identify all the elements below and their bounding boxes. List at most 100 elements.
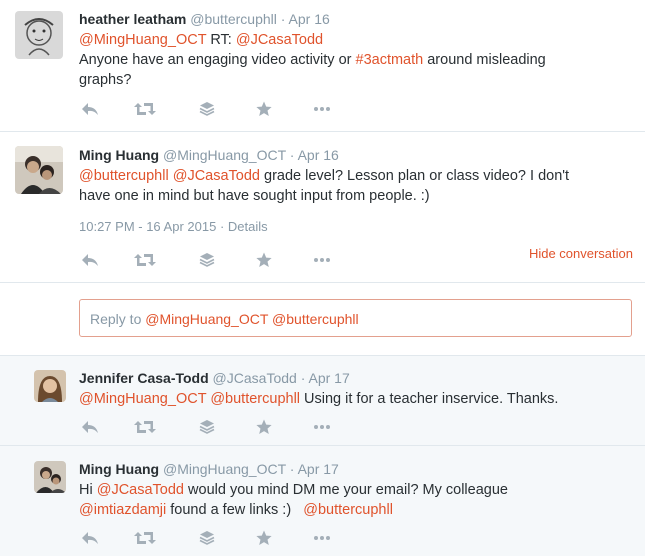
reply-button[interactable] <box>79 528 101 548</box>
stack-icon <box>199 419 215 435</box>
separator-dot: · <box>280 11 286 27</box>
mention-link[interactable]: @MingHuang_OCT <box>79 391 206 407</box>
avatar[interactable] <box>15 11 63 59</box>
text-fragment: have one in mind but have sought input f… <box>79 188 430 204</box>
screen-name[interactable]: @JCasaTodd <box>213 370 297 386</box>
separator-dot: · <box>289 461 295 477</box>
reply-input[interactable]: Reply to @MingHuang_OCT @buttercuphll <box>79 299 632 337</box>
sketch-avatar-icon <box>15 11 63 59</box>
fullname[interactable]: Jennifer Casa-Todd <box>79 370 209 386</box>
mention-link[interactable]: @JCasaTodd <box>97 482 184 498</box>
mention-link[interactable]: @imtiazdamji <box>79 502 166 518</box>
tweet[interactable]: heather leatham @buttercuphll · Apr 16 @… <box>0 0 645 131</box>
screen-name[interactable]: @MingHuang_OCT <box>163 147 286 163</box>
retweet-icon <box>134 253 156 267</box>
more-button[interactable] <box>311 417 333 437</box>
retweet-button[interactable] <box>134 250 156 270</box>
retweet-icon <box>134 531 156 545</box>
text-fragment: Anyone have an engaging video activity o… <box>79 52 356 68</box>
favorite-icon <box>256 419 272 435</box>
tweet-date[interactable]: Apr 16 <box>289 11 330 27</box>
text-fragment: around misleading <box>423 52 546 68</box>
fullname[interactable]: Ming Huang <box>79 147 159 163</box>
retweet-icon <box>134 420 156 434</box>
favorite-icon <box>256 530 272 546</box>
tweet-header: heather leatham @buttercuphll · Apr 16 <box>79 10 631 28</box>
separator-dot: · <box>300 370 306 386</box>
favorite-button[interactable] <box>253 528 275 548</box>
more-button[interactable] <box>311 99 333 119</box>
details-link[interactable]: Details <box>228 219 268 234</box>
tweet-text: @MingHuang_OCT @buttercuphll Using it fo… <box>79 389 631 409</box>
retweet-icon <box>134 102 156 116</box>
mention-link[interactable]: @JCasaTodd <box>173 168 260 184</box>
reply-mention: @buttercuphll <box>272 311 359 327</box>
text-fragment: Using it for a teacher inservice. Thanks… <box>300 391 559 407</box>
hide-conversation-link[interactable]: Hide conversation <box>529 246 633 261</box>
retweet-button[interactable] <box>134 417 156 437</box>
text-fragment: grade level? Lesson plan or class video?… <box>259 168 570 184</box>
tweet-date[interactable]: Apr 16 <box>298 147 339 163</box>
more-button[interactable] <box>311 528 333 548</box>
fullname[interactable]: heather leatham <box>79 11 186 27</box>
tweet-date[interactable]: Apr 17 <box>298 461 339 477</box>
hashtag-link[interactable]: #3actmath <box>356 52 424 68</box>
favorite-button[interactable] <box>253 417 275 437</box>
tweet-header: Jennifer Casa-Todd @JCasaTodd · Apr 17 <box>79 369 631 387</box>
photo-avatar-icon <box>34 461 66 493</box>
text-fragment: graphs? <box>79 72 132 88</box>
reply-button[interactable] <box>79 417 101 437</box>
reply-prefix: Reply to <box>90 311 146 327</box>
text-fragment: Hi <box>79 482 97 498</box>
avatar[interactable] <box>34 370 66 402</box>
tweet-header: Ming Huang @MingHuang_OCT · Apr 16 <box>79 146 631 164</box>
more-icon <box>313 535 331 541</box>
stack-button[interactable] <box>196 99 218 119</box>
reply-button[interactable] <box>79 250 101 270</box>
reply-button[interactable] <box>79 99 101 119</box>
divider <box>0 282 645 283</box>
screen-name[interactable]: @buttercuphll <box>190 11 277 27</box>
favorite-button[interactable] <box>253 250 275 270</box>
photo-avatar-icon <box>15 146 63 194</box>
reply-icon <box>81 420 99 434</box>
more-icon <box>313 257 331 263</box>
more-icon <box>313 106 331 112</box>
reply-mention: @MingHuang_OCT <box>145 311 269 327</box>
mention-link[interactable]: @buttercuphll <box>303 502 393 518</box>
more-button[interactable] <box>311 250 333 270</box>
reply-tweet[interactable]: Jennifer Casa-Todd @JCasaTodd · Apr 17 @… <box>0 356 645 445</box>
tweet-timestamp[interactable]: 10:27 PM - 16 Apr 2015 <box>79 219 216 234</box>
separator-dot: · <box>219 219 225 234</box>
reply-icon <box>81 102 99 116</box>
tweet-text: Hi @JCasaTodd would you mind DM me your … <box>79 480 631 520</box>
retweet-button[interactable] <box>134 528 156 548</box>
favorite-icon <box>256 101 272 117</box>
mention-link[interactable]: @MingHuang_OCT <box>79 32 206 48</box>
favorite-icon <box>256 252 272 268</box>
reply-tweet[interactable]: Ming Huang @MingHuang_OCT · Apr 17 Hi @J… <box>0 446 645 556</box>
retweet-button[interactable] <box>134 99 156 119</box>
tweet-expanded[interactable]: Ming Huang @MingHuang_OCT · Apr 16 @butt… <box>0 132 645 282</box>
mention-link[interactable]: @buttercuphll <box>79 168 169 184</box>
tweet-text: @MingHuang_OCT RT: @JCasaTodd Anyone hav… <box>79 30 631 90</box>
favorite-button[interactable] <box>253 99 275 119</box>
tweet-header: Ming Huang @MingHuang_OCT · Apr 17 <box>79 460 631 478</box>
tweet-date[interactable]: Apr 17 <box>309 370 350 386</box>
mention-link[interactable]: @JCasaTodd <box>236 32 323 48</box>
avatar[interactable] <box>34 461 66 493</box>
text-fragment: found a few links :) <box>166 502 304 518</box>
separator-dot: · <box>289 147 295 163</box>
mention-link[interactable]: @buttercuphll <box>210 391 300 407</box>
more-icon <box>313 424 331 430</box>
stack-icon <box>199 252 215 268</box>
screen-name[interactable]: @MingHuang_OCT <box>163 461 286 477</box>
fullname[interactable]: Ming Huang <box>79 461 159 477</box>
stack-icon <box>199 101 215 117</box>
reply-icon <box>81 531 99 545</box>
stack-button[interactable] <box>196 250 218 270</box>
stack-button[interactable] <box>196 417 218 437</box>
tweet-metadata: 10:27 PM - 16 Apr 2015 · Details <box>79 219 268 234</box>
stack-button[interactable] <box>196 528 218 548</box>
avatar[interactable] <box>15 146 63 194</box>
